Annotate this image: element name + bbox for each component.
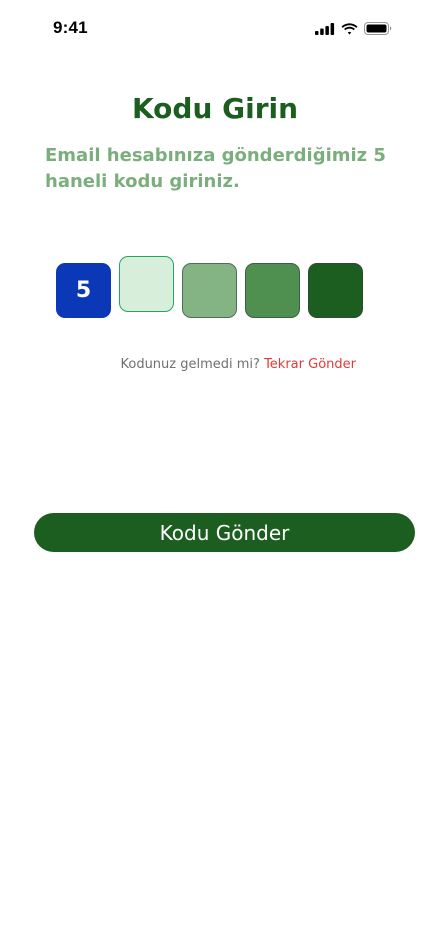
code-digit-5[interactable] <box>308 263 363 318</box>
page-title: Kodu Girin <box>131 92 299 125</box>
wifi-icon <box>341 22 358 34</box>
code-digit-2[interactable] <box>119 256 174 312</box>
status-time: 9:41 <box>53 18 88 37</box>
signal-icon <box>315 22 335 35</box>
status-bar: 9:41 <box>0 0 430 54</box>
status-icons <box>315 22 392 35</box>
code-digit-1[interactable]: 5 <box>56 263 111 318</box>
resend-row: Kodunuz gelmedi mi? Tekrar Gönder <box>120 357 356 372</box>
instruction-text: Email hesabınıza gönderdiğimiz 5 haneli … <box>45 145 386 192</box>
resend-link[interactable]: Tekrar Gönder <box>264 357 356 372</box>
resend-prompt: Kodunuz gelmedi mi? <box>120 357 260 372</box>
code-digit-4[interactable] <box>245 263 300 318</box>
submit-code-button[interactable]: Kodu Gönder <box>34 513 415 552</box>
code-digit-3[interactable] <box>182 263 237 318</box>
battery-icon <box>364 22 392 35</box>
